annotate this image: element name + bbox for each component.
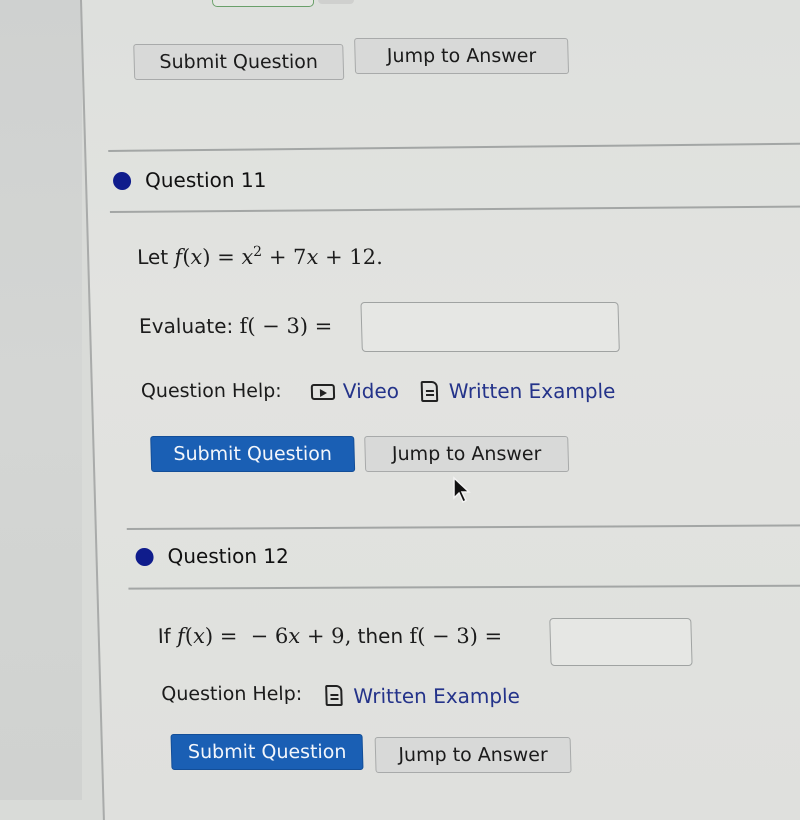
question-help-label: Question Help:	[140, 380, 282, 402]
question-status-dot	[135, 548, 154, 566]
statement-prefix: Let	[136, 245, 169, 269]
jump-to-answer-button[interactable]: Jump to Answer	[374, 737, 572, 773]
document-icon	[325, 685, 343, 706]
evaluate-label: Evaluate:	[138, 314, 234, 338]
divider	[109, 205, 800, 213]
evaluate-expression: f( − 3) =	[239, 314, 333, 338]
statement-then: then	[357, 624, 404, 648]
function-definition: f(x) = − 6x + 9,	[176, 624, 352, 648]
video-icon	[310, 384, 336, 400]
previous-answer-input[interactable]	[211, 0, 315, 7]
prev-submit-question-button[interactable]: Submit Question	[133, 44, 345, 80]
divider	[126, 524, 800, 530]
question-statement: Let f(x) = x2 + 7x + 12.	[137, 244, 383, 269]
submit-question-button[interactable]: Submit Question	[170, 734, 364, 770]
jump-to-answer-button[interactable]: Jump to Answer	[364, 436, 570, 472]
statement-prefix: If	[157, 624, 172, 648]
answer-input[interactable]	[360, 302, 620, 352]
video-link[interactable]: Video	[343, 379, 400, 403]
divider	[108, 142, 800, 152]
divider	[128, 584, 800, 590]
question-status-dot	[112, 172, 132, 190]
question-page: Submit Question Jump to Answer Question …	[80, 0, 800, 820]
question-help-label: Question Help:	[161, 683, 303, 705]
function-definition: f(x) = x2 + 7x + 12.	[174, 244, 384, 269]
question-title: Question 11	[144, 168, 267, 192]
document-icon	[420, 381, 439, 402]
left-margin	[0, 0, 82, 800]
question-title: Question 12	[167, 544, 290, 568]
written-example-link[interactable]: Written Example	[353, 684, 520, 708]
prev-jump-to-answer-button[interactable]: Jump to Answer	[354, 38, 570, 74]
submit-question-button[interactable]: Submit Question	[150, 436, 356, 472]
evaluate-prompt: Evaluate: f( − 3) =	[139, 314, 333, 338]
question-statement: If f(x) = − 6x + 9, then f( − 3) =	[157, 624, 502, 648]
previous-preview-button[interactable]	[317, 0, 355, 4]
evaluate-expression: f( − 3) =	[409, 624, 503, 648]
written-example-link[interactable]: Written Example	[449, 379, 616, 403]
mouse-cursor-icon	[453, 476, 471, 504]
answer-input[interactable]	[549, 618, 693, 666]
